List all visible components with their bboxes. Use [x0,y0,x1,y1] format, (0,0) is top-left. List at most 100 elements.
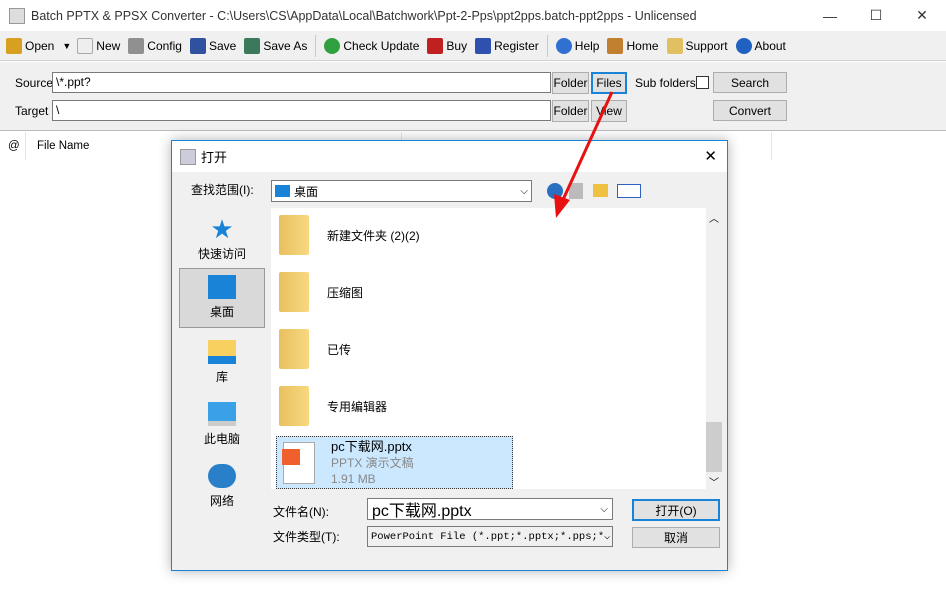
scroll-down-icon[interactable]: ﹀ [709,474,719,489]
filetype-value: PowerPoint File (*.ppt;*.pptx;*.pps;* [371,530,605,543]
annotation-arrow [554,91,614,218]
check-update-label: Check Update [343,38,420,53]
subfolders-label: Sub folders [635,76,696,90]
filetype-dropdown[interactable]: PowerPoint File (*.ppt;*.pptx;*.pps;* ⌵ [367,526,613,547]
computer-icon [208,402,236,426]
save-as-icon [244,37,261,54]
list-item[interactable]: 已传 [279,324,351,374]
list-item[interactable]: 压缩图 [279,267,363,317]
place-desktop[interactable]: 桌面 [179,268,265,328]
config-button[interactable]: Config [128,37,182,54]
target-input[interactable]: \ [52,100,551,121]
help-icon [555,37,572,54]
help-label: Help [574,38,600,53]
save-as-label: Save As [263,38,308,53]
arrow-head [554,194,570,218]
filename-value: pc下载网.pptx [372,503,472,520]
folder-icon [279,329,309,369]
library-icon [208,340,236,364]
place-label: 此电脑 [203,432,240,446]
save-button[interactable]: Save [189,37,237,54]
open-dropdown-icon[interactable]: ▼ [62,41,71,51]
source-input[interactable]: \*.ppt? [52,72,551,93]
filename-label: 文件名(N): [273,505,329,519]
window-title: Batch PPTX & PPSX Converter - C:\Users\C… [31,8,697,23]
title-bar: Batch PPTX & PPSX Converter - C:\Users\C… [0,0,946,31]
selected-file-item[interactable]: pc下载网.pptx PPTX 演示文稿 1.91 MB [276,436,513,489]
lookin-dropdown[interactable]: 桌面 ⌵ [271,180,532,202]
register-icon [475,37,492,54]
app-icon [9,8,25,24]
search-button[interactable]: Search [713,72,787,93]
network-icon [208,464,236,488]
place-label: 桌面 [209,305,234,319]
item-name: 新建文件夹 (2)(2) [327,228,420,243]
register-button[interactable]: Register [475,37,539,54]
cart-icon [427,37,444,54]
place-quick-access[interactable]: ★ 快速访问 [180,211,264,271]
support-icon [666,37,683,54]
tools-icon [128,37,145,54]
toolbar: Open ▼ New Config Save Save As Check Upd… [0,31,946,61]
filename-input[interactable]: pc下载网.pptx ⌵ [367,498,613,520]
column-header-status[interactable]: @ [0,132,26,160]
item-name: 压缩图 [327,285,364,300]
toolbar-separator [546,34,548,57]
folder-icon [279,215,309,255]
home-button[interactable]: Home [607,37,659,54]
config-label: Config [147,38,182,53]
new-button[interactable]: New [77,37,121,54]
scroll-up-icon[interactable]: ︿ [709,210,719,225]
support-label: Support [685,38,728,53]
item-name: 专用编辑器 [327,399,388,414]
selected-file-name: pc下载网.pptx [331,438,412,454]
buy-button[interactable]: Buy [427,37,468,54]
register-label: Register [494,38,539,53]
home-icon [607,37,624,54]
target-label: Target [15,104,49,118]
close-button[interactable]: ✕ [899,0,945,31]
file-view[interactable]: 新建文件夹 (2)(2) 压缩图 已传 专用编辑器 pc下载网.pptx PPT… [271,208,706,489]
open-file-button[interactable]: 打开(O) [632,499,720,521]
place-libraries[interactable]: 库 [180,334,264,394]
dialog-app-icon [180,148,196,165]
about-label: About [754,38,786,53]
chevron-down-icon: ⌵ [520,185,528,197]
place-this-pc[interactable]: 此电脑 [180,396,264,456]
cancel-button[interactable]: 取消 [632,527,720,548]
check-update-button[interactable]: Check Update [324,37,420,54]
scrollbar-thumb[interactable] [706,422,722,472]
list-item[interactable]: 专用编辑器 [279,381,387,431]
file-view-scrollbar[interactable]: ︿ ﹀ [706,208,722,489]
save-as-button[interactable]: Save As [244,37,308,54]
view-menu-icon[interactable] [617,184,641,198]
list-item[interactable]: 新建文件夹 (2)(2) [279,210,420,260]
minimize-button[interactable]: — [807,0,853,31]
chevron-down-icon[interactable]: ⌵ [600,504,608,515]
refresh-icon [324,37,341,54]
about-button[interactable]: About [735,37,786,54]
help-button[interactable]: Help [555,37,600,54]
filetype-label: 文件类型(T): [273,530,340,544]
star-icon: ★ [210,214,234,244]
folder-icon [279,272,309,312]
folder-icon [279,386,309,426]
dialog-title-bar: 打开 ✕ [172,141,727,172]
place-label: 网络 [209,494,234,508]
subfolders-checkbox[interactable] [696,76,709,89]
item-name: 已传 [327,342,352,357]
open-label: Open [25,38,55,53]
convert-button[interactable]: Convert [713,100,787,121]
save-label: Save [208,38,237,53]
open-button[interactable]: Open [6,37,55,54]
dialog-close-button[interactable]: ✕ [704,147,717,165]
desktop-icon [275,185,290,197]
place-label: 快速访问 [197,247,246,261]
new-label: New [96,38,121,53]
place-network[interactable]: 网络 [180,458,264,518]
places-bar: ★ 快速访问 桌面 库 此电脑 网络 [178,204,265,564]
buy-label: Buy [446,38,468,53]
maximize-button[interactable]: ☐ [853,0,899,31]
support-button[interactable]: Support [666,37,728,54]
source-target-panel: Source \*.ppt? Folder Files Sub folders … [0,62,946,131]
